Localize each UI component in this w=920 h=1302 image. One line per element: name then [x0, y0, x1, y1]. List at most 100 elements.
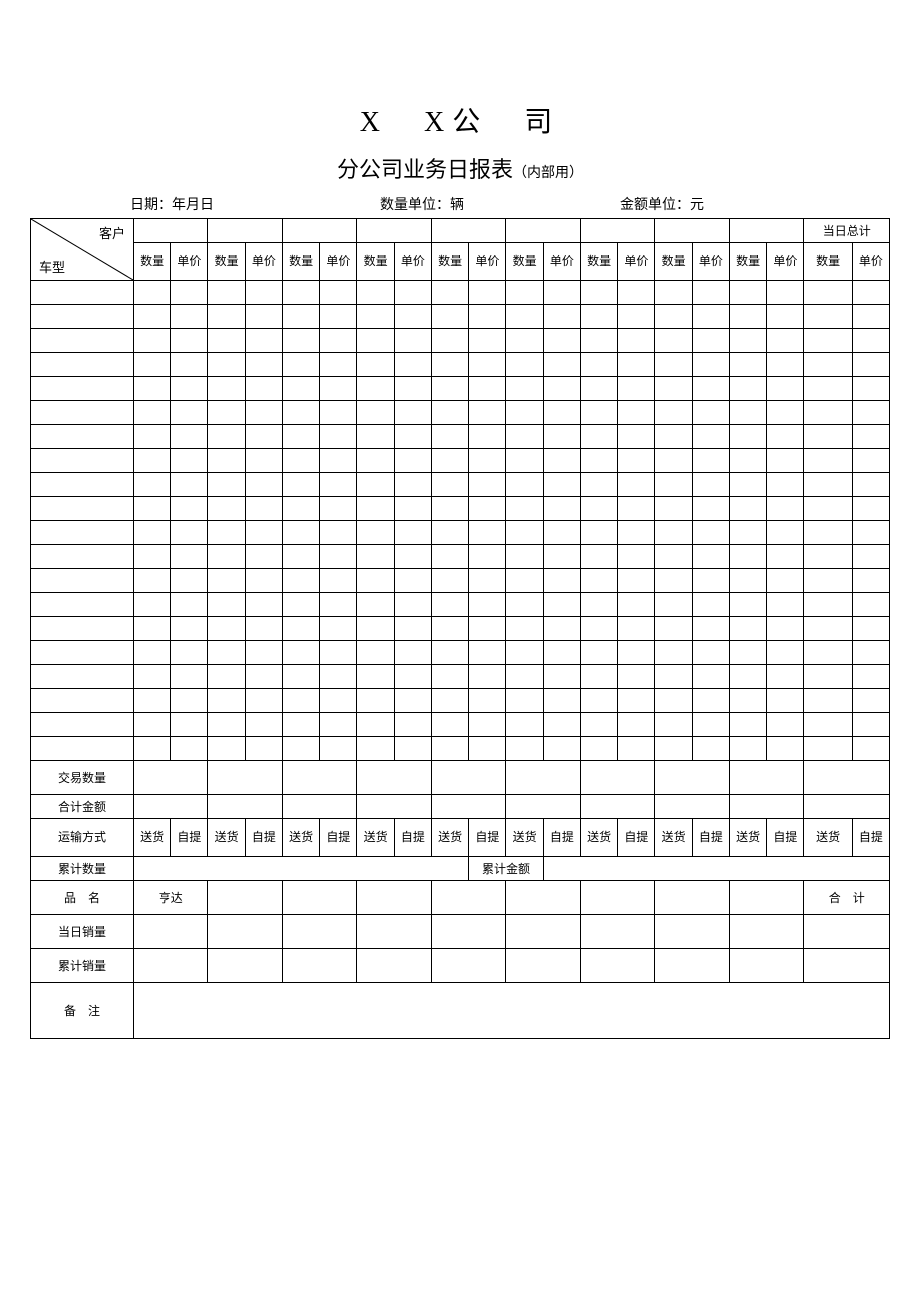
- data-cell: [208, 425, 245, 449]
- data-cell: [655, 665, 692, 689]
- data-cell: [208, 449, 245, 473]
- cell: [208, 795, 283, 819]
- data-cell: [469, 473, 506, 497]
- data-cell: [320, 545, 357, 569]
- data-cell: [208, 593, 245, 617]
- data-cell: [245, 713, 282, 737]
- data-cell: [208, 281, 245, 305]
- data-cell: [171, 281, 208, 305]
- data-cell: [506, 473, 543, 497]
- data-cell: [804, 641, 852, 665]
- cum-qty-value: [133, 857, 468, 881]
- customer-group-header: [655, 219, 730, 243]
- cell: [357, 915, 432, 949]
- data-cell: [245, 281, 282, 305]
- data-cell: [618, 281, 655, 305]
- data-cell: [133, 449, 170, 473]
- data-cell: [431, 401, 468, 425]
- cell: [804, 761, 890, 795]
- data-cell: [852, 353, 889, 377]
- data-cell: [208, 737, 245, 761]
- data-row: [31, 425, 890, 449]
- remarks-cell: [133, 983, 889, 1039]
- data-cell: [804, 353, 852, 377]
- data-cell: [431, 425, 468, 449]
- data-cell: [320, 425, 357, 449]
- label-remarks: 备 注: [31, 983, 134, 1039]
- data-cell: [655, 737, 692, 761]
- data-cell: [692, 377, 729, 401]
- data-cell: [767, 521, 804, 545]
- product-name-cell: [580, 881, 655, 915]
- data-cell: [357, 425, 394, 449]
- data-row: [31, 641, 890, 665]
- data-cell: [852, 617, 889, 641]
- col-price: 单价: [852, 243, 889, 281]
- col-qty: 数量: [506, 243, 543, 281]
- cell: [133, 915, 208, 949]
- data-cell: [618, 593, 655, 617]
- data-cell: [852, 737, 889, 761]
- data-cell: [729, 473, 766, 497]
- data-cell: [692, 329, 729, 353]
- data-cell: [357, 377, 394, 401]
- data-cell: [245, 569, 282, 593]
- row-label-cell: [31, 353, 134, 377]
- data-cell: [655, 641, 692, 665]
- data-cell: [618, 449, 655, 473]
- data-cell: [320, 617, 357, 641]
- data-cell: [692, 641, 729, 665]
- col-price: 单价: [245, 243, 282, 281]
- data-cell: [357, 617, 394, 641]
- data-row: [31, 329, 890, 353]
- data-cell: [580, 593, 617, 617]
- row-label-cell: [31, 593, 134, 617]
- data-cell: [580, 737, 617, 761]
- data-cell: [469, 377, 506, 401]
- data-cell: [729, 401, 766, 425]
- cell: [506, 915, 581, 949]
- data-cell: [804, 497, 852, 521]
- data-cell: [469, 329, 506, 353]
- data-cell: [852, 329, 889, 353]
- data-cell: [543, 281, 580, 305]
- meta-amt-unit: 金额单位：元: [620, 194, 704, 214]
- data-row: [31, 665, 890, 689]
- data-cell: [394, 401, 431, 425]
- data-cell: [729, 449, 766, 473]
- cell: [208, 949, 283, 983]
- data-cell: [692, 281, 729, 305]
- cell: [729, 795, 804, 819]
- cell: [804, 915, 890, 949]
- data-cell: [357, 689, 394, 713]
- cell: [804, 949, 890, 983]
- data-cell: [431, 617, 468, 641]
- data-cell: [692, 497, 729, 521]
- col-price: 单价: [320, 243, 357, 281]
- data-cell: [580, 713, 617, 737]
- data-cell: [506, 377, 543, 401]
- data-cell: [580, 377, 617, 401]
- data-cell: [655, 281, 692, 305]
- data-cell: [133, 401, 170, 425]
- data-row: [31, 593, 890, 617]
- ship-pickup: 自提: [852, 819, 889, 857]
- ship-pickup: 自提: [171, 819, 208, 857]
- data-cell: [171, 713, 208, 737]
- data-cell: [171, 473, 208, 497]
- data-cell: [618, 569, 655, 593]
- data-cell: [469, 689, 506, 713]
- data-cell: [804, 425, 852, 449]
- col-qty: 数量: [580, 243, 617, 281]
- data-cell: [320, 281, 357, 305]
- data-cell: [729, 665, 766, 689]
- label-trade-qty: 交易数量: [31, 761, 134, 795]
- row-label-cell: [31, 617, 134, 641]
- data-cell: [506, 449, 543, 473]
- row-remarks: 备 注: [31, 983, 890, 1039]
- data-cell: [618, 425, 655, 449]
- data-cell: [767, 473, 804, 497]
- data-cell: [655, 689, 692, 713]
- row-cumulative: 累计数量 累计金额: [31, 857, 890, 881]
- data-cell: [580, 641, 617, 665]
